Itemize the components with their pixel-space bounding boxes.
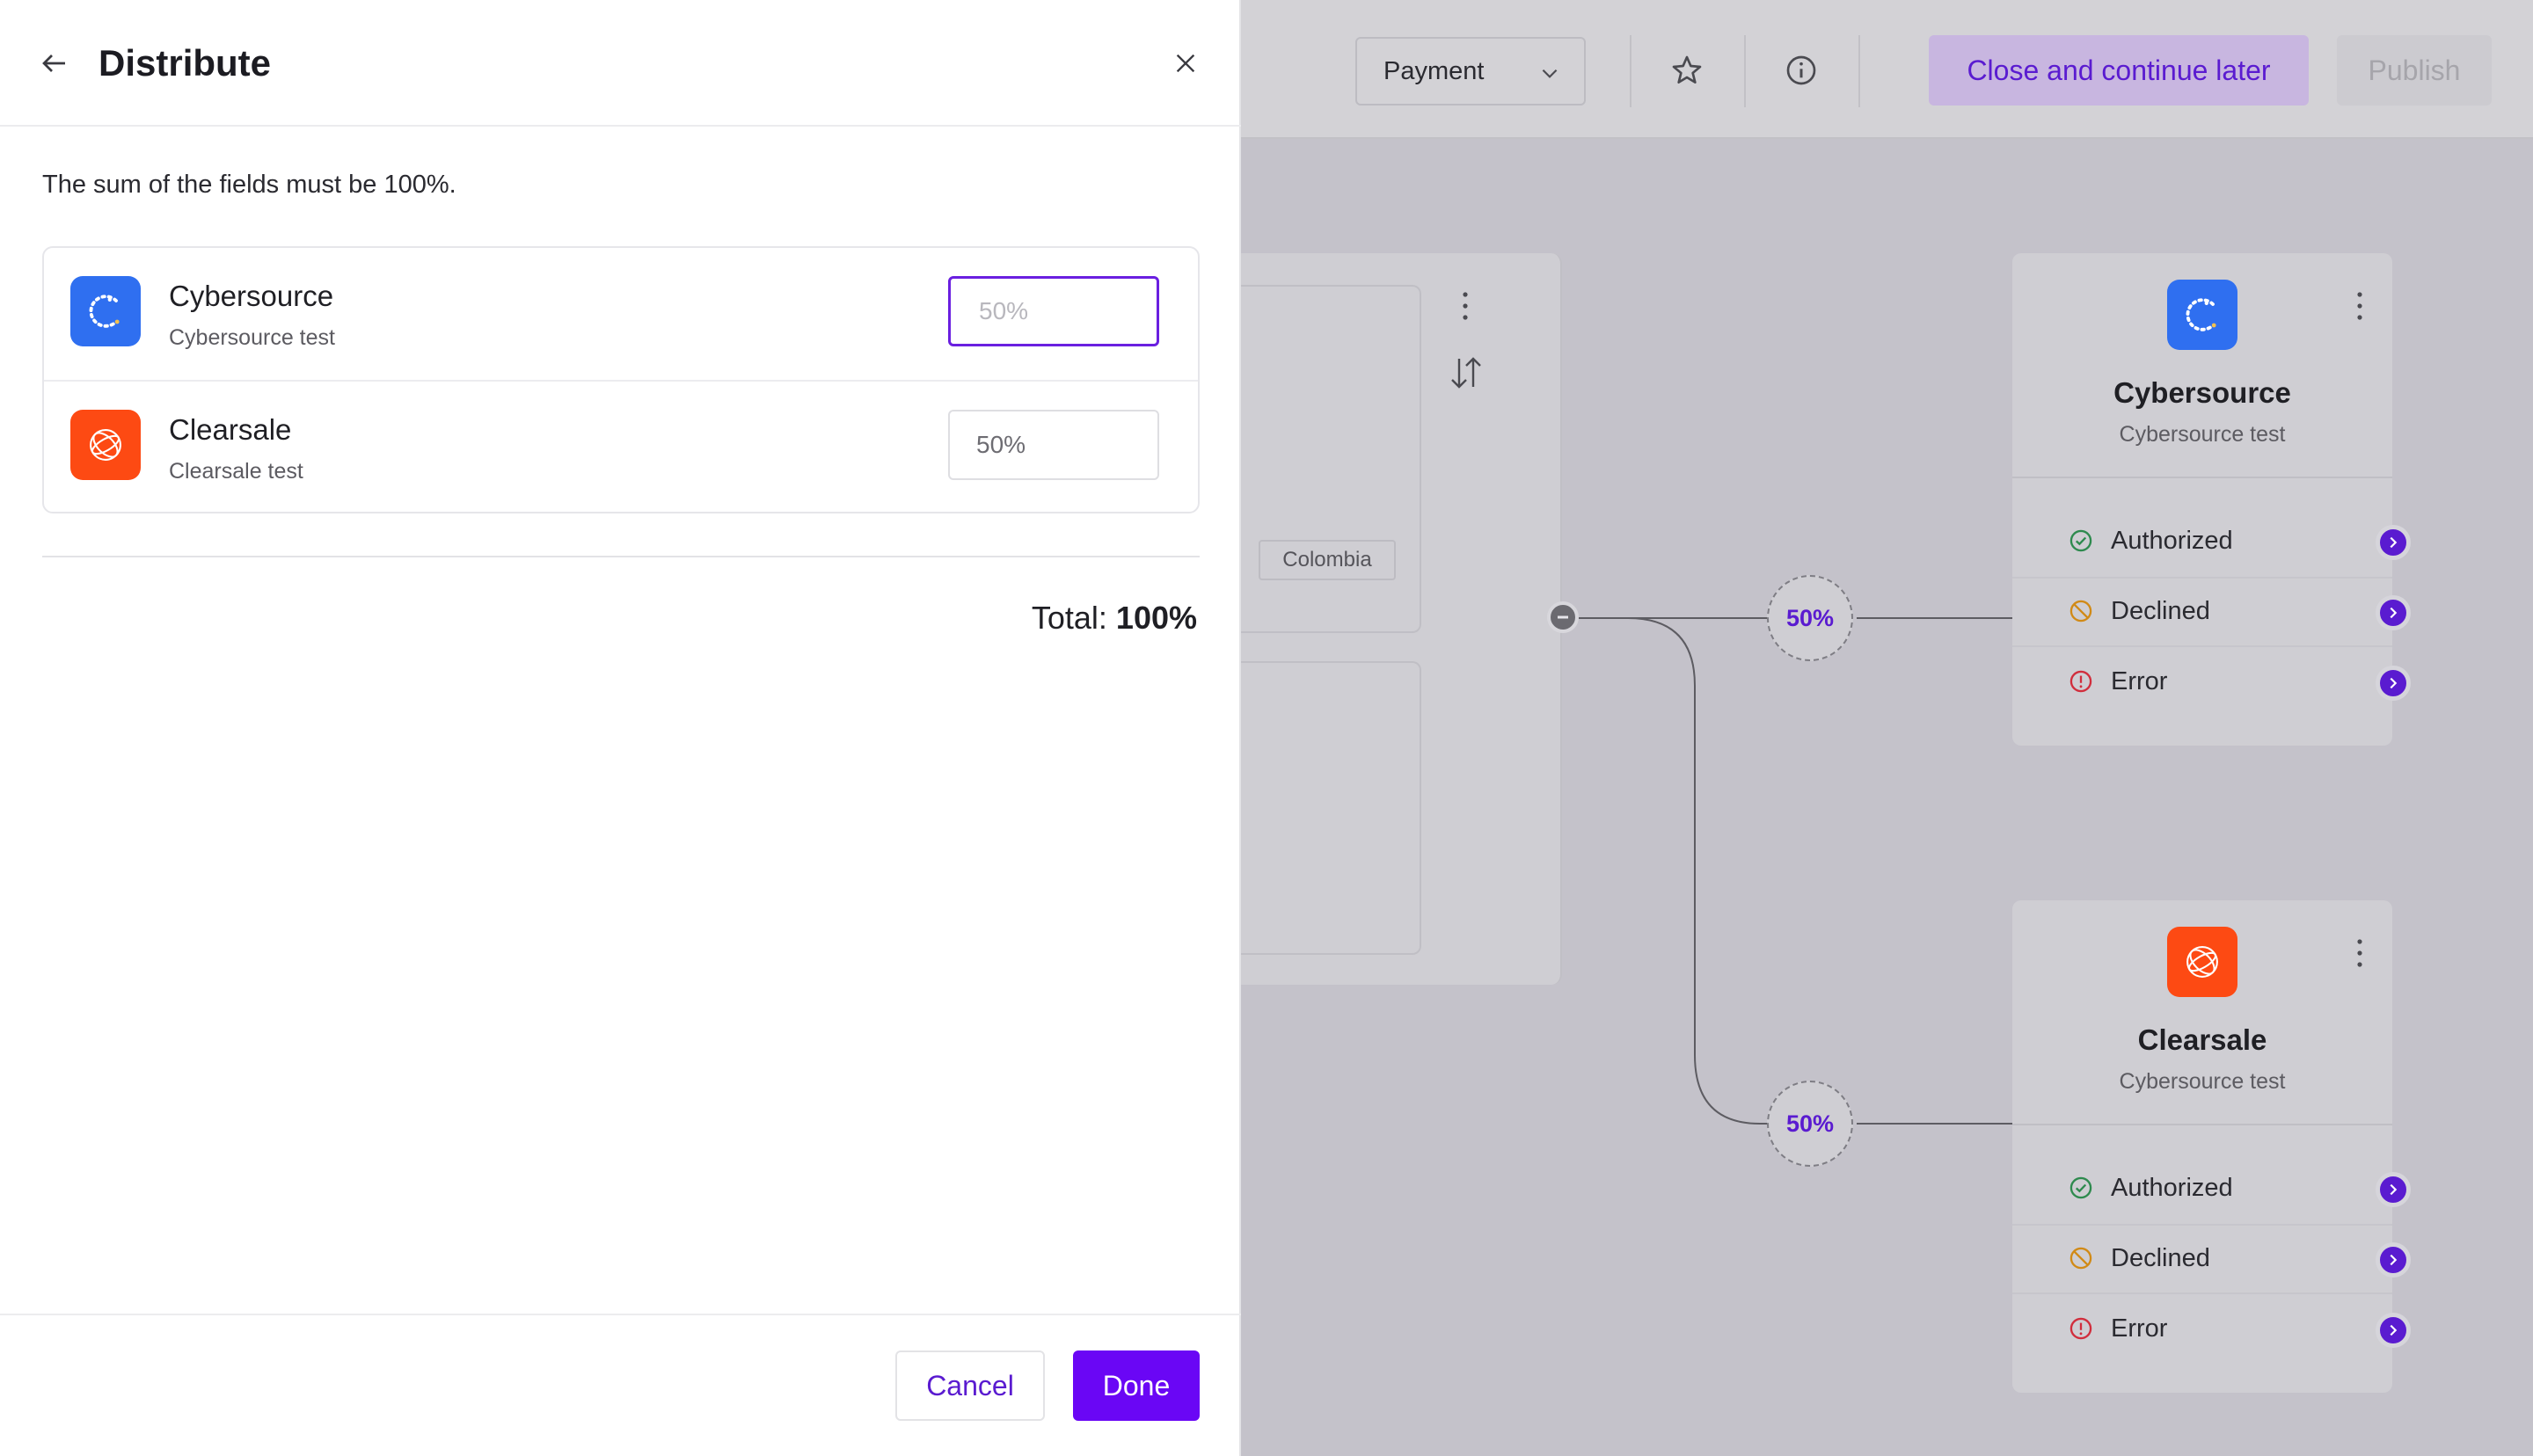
- percentage-input[interactable]: [948, 276, 1159, 346]
- cybersource-logo: [2167, 280, 2237, 350]
- percentage-input[interactable]: [948, 410, 1159, 480]
- provider-card[interactable]: Cybersource Cybersource test Authorized …: [2012, 253, 2392, 746]
- status-row-declined: Declined: [2069, 577, 2392, 645]
- cancel-button[interactable]: Cancel: [895, 1350, 1045, 1421]
- check-circle-icon: [2069, 1176, 2092, 1199]
- rule-condition-box[interactable]: Colombia: [1241, 285, 1421, 633]
- next-step-connector[interactable]: [2376, 1172, 2411, 1207]
- status-label: Error: [2111, 666, 2168, 695]
- chevron-right-icon: [2390, 677, 2398, 689]
- country-tag: Colombia: [1259, 540, 1396, 580]
- done-button[interactable]: Done: [1073, 1350, 1200, 1421]
- next-step-connector[interactable]: [2376, 1242, 2411, 1278]
- next-step-connector[interactable]: [2376, 666, 2411, 701]
- status-row-declined: Declined: [2069, 1224, 2392, 1292]
- chevron-right-icon: [2390, 536, 2398, 549]
- card-divider: [2012, 477, 2392, 478]
- more-vertical-icon[interactable]: [2355, 290, 2364, 322]
- minus-icon: [1558, 615, 1568, 619]
- drawer-header: Distribute: [0, 0, 1241, 127]
- rule-condition-box[interactable]: [1241, 661, 1421, 955]
- provider-subtitle: Cybersource test: [169, 325, 335, 350]
- section-divider: [42, 556, 1200, 557]
- flow-canvas: Payment Close and continue later Publish…: [1241, 0, 2533, 1456]
- ban-icon: [2069, 600, 2092, 622]
- ban-icon: [2069, 1247, 2092, 1270]
- status-label: Error: [2111, 1314, 2168, 1343]
- list-item: Clearsale Clearsale test: [44, 382, 1198, 513]
- more-vertical-icon[interactable]: [2355, 937, 2364, 969]
- total-summary: Total: 100%: [1032, 600, 1197, 637]
- status-row-authorized: Authorized: [2069, 506, 2392, 575]
- card-subtitle: Cybersource test: [2119, 1069, 2286, 1094]
- status-label: Authorized: [2111, 526, 2233, 555]
- next-step-connector[interactable]: [2376, 595, 2411, 630]
- card-title: Clearsale: [2137, 1023, 2267, 1056]
- status-label: Authorized: [2111, 1173, 2233, 1202]
- chevron-right-icon: [2390, 1183, 2398, 1196]
- provider-name: Cybersource: [169, 280, 334, 312]
- collapse-node-button[interactable]: [1547, 601, 1579, 633]
- status-label: Declined: [2111, 1243, 2210, 1272]
- list-item: Cybersource Cybersource test: [44, 248, 1198, 382]
- status-row-authorized: Authorized: [2069, 1154, 2392, 1222]
- check-circle-icon: [2069, 529, 2092, 552]
- chevron-right-icon: [2390, 1324, 2398, 1336]
- rule-block[interactable]: Colombia: [1241, 253, 1562, 985]
- chevron-right-icon: [2390, 1254, 2398, 1266]
- clearsale-logo: [2167, 927, 2237, 997]
- split-percentage-badge[interactable]: 50%: [1767, 575, 1853, 661]
- close-icon[interactable]: [1172, 49, 1200, 77]
- provider-subtitle: Clearsale test: [169, 459, 303, 484]
- status-label: Declined: [2111, 596, 2210, 625]
- drawer-footer: Cancel Done: [0, 1314, 1241, 1456]
- cybersource-logo: [70, 276, 141, 346]
- provider-card[interactable]: Clearsale Cybersource test Authorized De…: [2012, 900, 2392, 1393]
- alert-circle-icon: [2069, 670, 2092, 693]
- distribution-hint: The sum of the fields must be 100%.: [42, 171, 456, 199]
- clearsale-logo: [70, 410, 141, 480]
- split-percentage-badge[interactable]: 50%: [1767, 1081, 1853, 1167]
- chevron-right-icon: [2390, 607, 2398, 619]
- alert-circle-icon: [2069, 1317, 2092, 1340]
- drawer-title: Distribute: [99, 42, 272, 84]
- more-vertical-icon[interactable]: [1461, 290, 1470, 322]
- status-row-error: Error: [2069, 1294, 2392, 1363]
- status-row-error: Error: [2069, 647, 2392, 716]
- card-divider: [2012, 1124, 2392, 1125]
- total-value: 100%: [1115, 600, 1197, 636]
- provider-name: Clearsale: [169, 413, 292, 446]
- provider-distribution-list: Cybersource Cybersource test Clearsale C…: [42, 246, 1200, 513]
- total-label: Total:: [1031, 600, 1116, 636]
- distribute-drawer: Distribute The sum of the fields must be…: [0, 0, 1241, 1456]
- next-step-connector[interactable]: [2376, 525, 2411, 560]
- card-title: Cybersource: [2113, 376, 2291, 409]
- next-step-connector[interactable]: [2376, 1313, 2411, 1348]
- sort-icon[interactable]: [1449, 352, 1484, 394]
- arrow-left-icon[interactable]: [39, 47, 70, 79]
- card-subtitle: Cybersource test: [2119, 422, 2286, 447]
